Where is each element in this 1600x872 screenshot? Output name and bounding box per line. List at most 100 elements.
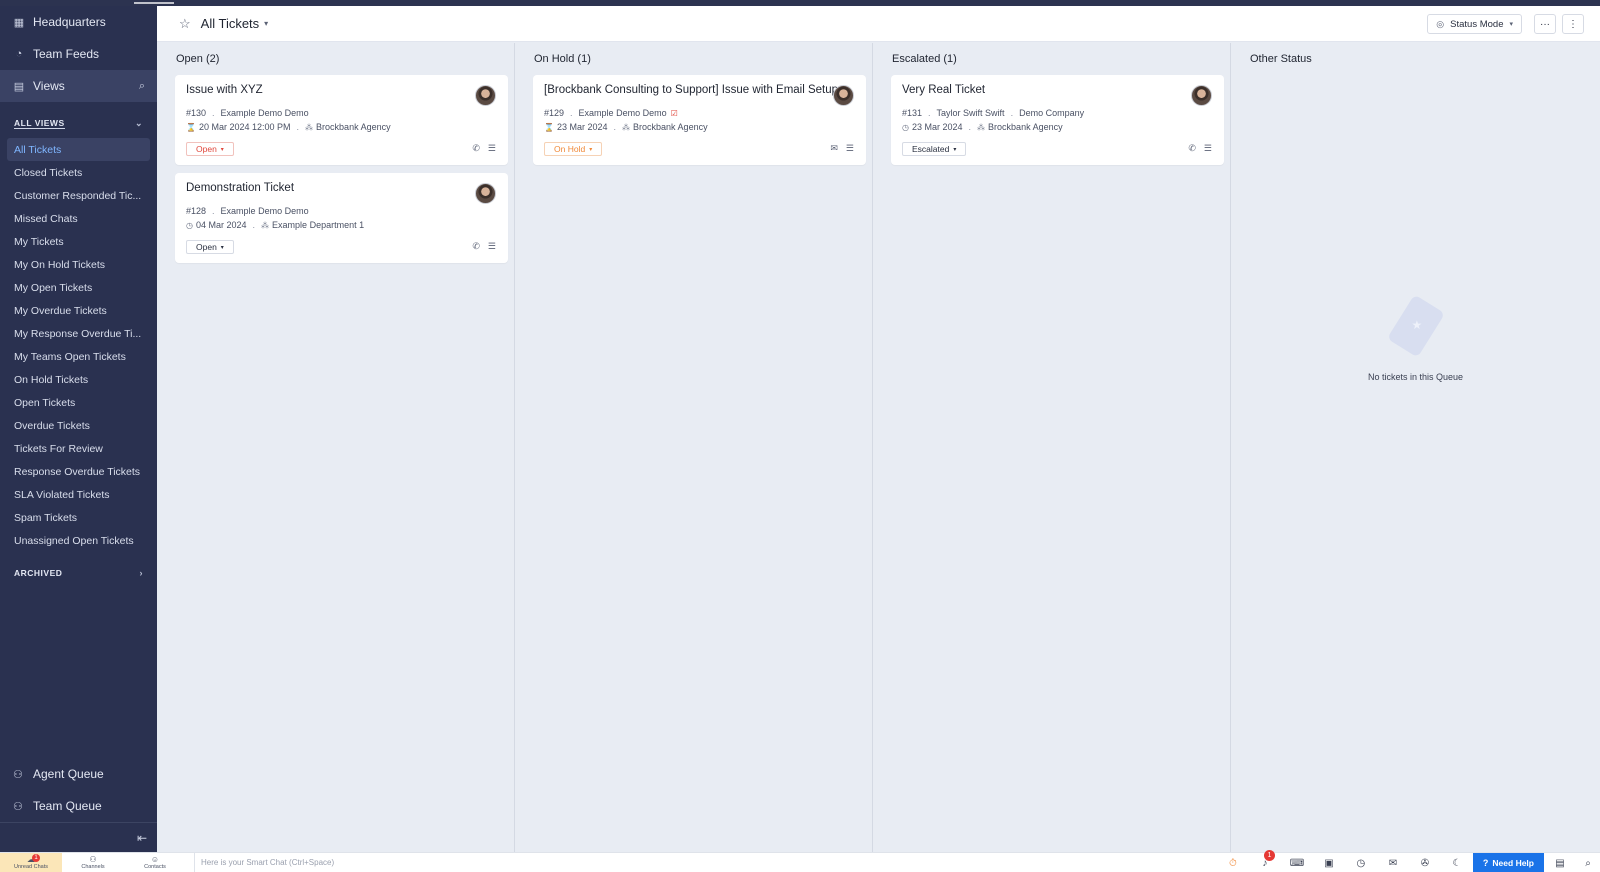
- star-icon[interactable]: ☆: [179, 16, 191, 32]
- status-label: Escalated: [912, 144, 950, 154]
- ticket-meta-secondary: ◷ 23 Mar 2024. ⁂ Brockbank Agency: [902, 122, 1063, 132]
- sidebar-view-item[interactable]: SLA Violated Tickets: [0, 483, 157, 506]
- ticket-meta: #129. Example Demo Demo ☑: [544, 108, 678, 118]
- ticket-title[interactable]: Very Real Ticket: [902, 84, 985, 96]
- search-icon[interactable]: ⌕: [1576, 853, 1600, 872]
- sidebar-view-item[interactable]: My On Hold Tickets: [0, 253, 157, 276]
- view-title[interactable]: All Tickets: [201, 16, 260, 31]
- ticket-title[interactable]: Demonstration Ticket: [186, 182, 294, 194]
- sidebar-view-item[interactable]: Unassigned Open Tickets: [0, 529, 157, 552]
- department-icon: ⁂: [305, 123, 314, 132]
- nav-headquarters[interactable]: ▦ Headquarters: [0, 6, 157, 38]
- details-icon[interactable]: ☰: [488, 241, 496, 252]
- empty-state: ★ No tickets in this Queue: [1231, 288, 1600, 382]
- caret-down-icon: ▾: [1509, 21, 1513, 28]
- ticket-company[interactable]: Demo Company: [1019, 108, 1084, 118]
- sidebar-view-item[interactable]: All Tickets: [7, 138, 150, 161]
- ticket-card[interactable]: Very Real Ticket #131. Taylor Swift Swift…: [891, 75, 1224, 165]
- ticket-contact[interactable]: Example Demo Demo: [579, 108, 667, 118]
- avatar[interactable]: [475, 85, 496, 106]
- avatar[interactable]: [833, 85, 854, 106]
- phone-icon[interactable]: ✆: [1188, 143, 1196, 154]
- notifications-icon[interactable]: ♪ 1: [1249, 850, 1281, 872]
- search-icon[interactable]: ⌕: [139, 80, 145, 93]
- sidebar-view-item[interactable]: My Overdue Tickets: [0, 299, 157, 322]
- caret-down-icon[interactable]: ▾: [264, 19, 268, 28]
- sidebar-view-item[interactable]: My Teams Open Tickets: [0, 345, 157, 368]
- nav-team-queue[interactable]: ⚇ Team Queue: [0, 790, 157, 822]
- ticket-title[interactable]: [Brockbank Consulting to Support] Issue …: [544, 84, 838, 96]
- dark-mode-icon[interactable]: ☾: [1441, 853, 1473, 872]
- sidebar-view-item[interactable]: My Response Overdue Ti...: [0, 322, 157, 345]
- clock-icon[interactable]: ◷: [1345, 853, 1377, 872]
- column-escalated: Escalated (1) Very Real Ticket #131. Tayl…: [873, 43, 1231, 853]
- sidebar-view-item[interactable]: Missed Chats: [0, 207, 157, 230]
- sidebar-view-item[interactable]: Tickets For Review: [0, 437, 157, 460]
- keyboard-icon[interactable]: ⌨: [1281, 853, 1313, 872]
- sidebar-view-item[interactable]: My Open Tickets: [0, 276, 157, 299]
- status-dropdown[interactable]: Open ▾: [186, 142, 234, 156]
- ticket-icon[interactable]: ▤: [1544, 853, 1576, 872]
- nav-team-feeds[interactable]: ◔ Team Feeds: [0, 38, 157, 70]
- ticket-card[interactable]: [Brockbank Consulting to Support] Issue …: [533, 75, 866, 165]
- ticket-date: 20 Mar 2024 12:00 PM: [198, 122, 291, 132]
- sidebar: ▦ Headquarters ◔ Team Feeds ▤ Views ⌕ AL…: [0, 6, 157, 852]
- ticket-contact[interactable]: Example Demo Demo: [221, 206, 309, 216]
- sidebar-view-item[interactable]: Closed Tickets: [0, 161, 157, 184]
- archived-heading[interactable]: ARCHIVED ›: [0, 558, 157, 588]
- queue-label: Agent Queue: [33, 767, 104, 781]
- avatar[interactable]: [1191, 85, 1212, 106]
- card-actions: ✆ ☰: [472, 143, 496, 154]
- nav-views[interactable]: ▤ Views ⌕: [0, 70, 157, 102]
- archived-label: ARCHIVED: [14, 568, 63, 578]
- avatar[interactable]: [475, 183, 496, 204]
- sidebar-view-item[interactable]: Open Tickets: [0, 391, 157, 414]
- status-dropdown[interactable]: On Hold ▾: [544, 142, 603, 156]
- sidebar-view-item[interactable]: My Tickets: [0, 230, 157, 253]
- status-dropdown[interactable]: Open ▾: [186, 240, 234, 254]
- tab-channels[interactable]: ⚇ Channels: [62, 853, 124, 872]
- collapse-sidebar-button[interactable]: ⇤: [0, 822, 157, 852]
- sidebar-view-item[interactable]: Overdue Tickets: [0, 414, 157, 437]
- timer-icon[interactable]: ⏱: [1217, 853, 1249, 872]
- ticket-card[interactable]: Issue with XYZ #130. Example Demo Demo ⌛ 2…: [175, 75, 508, 165]
- need-help-button[interactable]: ? Need Help: [1472, 853, 1544, 872]
- phone-icon[interactable]: ✆: [472, 143, 480, 154]
- calendar-icon[interactable]: ▣: [1313, 853, 1345, 872]
- sidebar-view-item[interactable]: On Hold Tickets: [0, 368, 157, 391]
- ticket-card[interactable]: Demonstration Ticket #128. Example Demo D…: [175, 173, 508, 263]
- nav-agent-queue[interactable]: ⚇ Agent Queue: [0, 758, 157, 790]
- ticket-meta: #130. Example Demo Demo: [186, 108, 309, 118]
- ticket-title[interactable]: Issue with XYZ: [186, 84, 263, 96]
- ticket-contact[interactable]: Example Demo Demo: [221, 108, 309, 118]
- status-dropdown[interactable]: Escalated ▾: [902, 142, 967, 156]
- sidebar-view-item[interactable]: Response Overdue Tickets: [0, 460, 157, 483]
- megaphone-icon[interactable]: ✉: [1377, 853, 1409, 872]
- status-mode-dropdown[interactable]: ◎ Status Mode ▾: [1427, 14, 1522, 34]
- chevron-down-icon[interactable]: ⌄: [135, 118, 143, 129]
- sidebar-view-item[interactable]: Customer Responded Tic...: [0, 184, 157, 207]
- tab-unread-chats[interactable]: ☁ Unread Chats 1: [0, 852, 62, 872]
- details-icon[interactable]: ☰: [488, 143, 496, 154]
- column-heading: Open (2): [176, 53, 220, 65]
- column-heading: On Hold (1): [534, 53, 591, 65]
- views-list: All Tickets Closed Tickets Customer Respon…: [0, 138, 157, 552]
- accessibility-icon[interactable]: ✇: [1409, 853, 1441, 872]
- chevron-right-icon[interactable]: ›: [140, 568, 144, 578]
- info-button[interactable]: ⋮: [1562, 14, 1584, 34]
- more-options-button[interactable]: ···: [1534, 14, 1556, 34]
- empty-ticket-icon: ★: [1376, 288, 1456, 368]
- tab-contacts[interactable]: ☺ Contacts: [124, 853, 186, 872]
- phone-icon[interactable]: ✆: [472, 241, 480, 252]
- ticket-contact[interactable]: Taylor Swift Swift: [937, 108, 1005, 118]
- ticket-date: 23 Mar 2024: [911, 122, 963, 132]
- smart-chat-input[interactable]: Here is your Smart Chat (Ctrl+Space): [194, 852, 1194, 872]
- feed-icon: ◔: [15, 48, 23, 60]
- details-icon[interactable]: ☰: [1204, 143, 1212, 154]
- sidebar-view-item[interactable]: Spam Tickets: [0, 506, 157, 529]
- details-icon[interactable]: ☰: [846, 143, 854, 154]
- email-icon[interactable]: ✉: [830, 143, 838, 154]
- all-views-heading[interactable]: ALL VIEWS ⌄: [0, 108, 157, 138]
- ticket-department: Example Department 1: [272, 220, 365, 230]
- ticket-date: 23 Mar 2024: [556, 122, 608, 132]
